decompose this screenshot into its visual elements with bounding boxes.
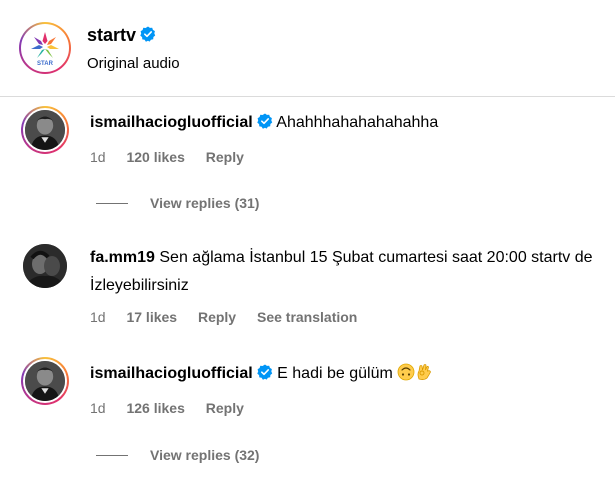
account-name[interactable]: startv <box>87 25 156 46</box>
comment-time[interactable]: 1d <box>90 149 106 165</box>
view-replies-button[interactable]: View replies (32) <box>96 447 259 463</box>
user-photo-icon <box>23 244 67 288</box>
upside-down-face-icon <box>397 363 415 381</box>
star-logo-icon: STAR <box>31 32 59 67</box>
replies-divider-line <box>96 454 128 456</box>
comment-text: Sen ağlama İstanbul 15 Şubat cumartesi s… <box>90 249 593 294</box>
comment-text: E hadi be gülüm <box>277 365 393 382</box>
comment-time[interactable]: 1d <box>90 400 106 416</box>
verified-badge-icon <box>257 113 272 129</box>
comment-username[interactable]: fa.mm19 <box>90 249 155 266</box>
ok-hand-icon <box>417 363 432 380</box>
audio-label[interactable]: Original audio <box>87 55 180 72</box>
comment-body: fa.mm19 Sen ağlama İstanbul 15 Şubat cum… <box>90 244 597 300</box>
reply-button[interactable]: Reply <box>206 149 244 165</box>
verified-badge-icon <box>140 26 156 42</box>
likes-count[interactable]: 126 likes <box>126 400 184 416</box>
view-replies-label: View replies (31) <box>150 195 260 211</box>
view-replies-label: View replies (32) <box>150 447 260 463</box>
comment-meta: 1d 17 likes Reply See translation <box>90 309 374 325</box>
see-translation-button[interactable]: See translation <box>257 309 357 325</box>
svg-text:STAR: STAR <box>37 61 54 67</box>
reply-button[interactable]: Reply <box>206 400 244 416</box>
likes-count[interactable]: 17 likes <box>126 309 177 325</box>
user-photo-icon <box>25 361 65 401</box>
avatar[interactable] <box>21 106 69 154</box>
view-replies-button[interactable]: View replies (31) <box>96 195 259 211</box>
avatar[interactable] <box>23 244 67 288</box>
comment-meta: 1d 126 likes Reply <box>90 400 261 416</box>
user-photo-icon <box>25 110 65 150</box>
post-header: STAR startv Original audio <box>0 0 615 97</box>
startv-avatar[interactable]: STAR <box>19 22 71 74</box>
comment-meta: 1d 120 likes Reply <box>90 149 261 165</box>
comment-text: Ahahhhahahahahahha <box>276 114 439 131</box>
likes-count[interactable]: 120 likes <box>126 149 184 165</box>
avatar[interactable] <box>21 357 69 405</box>
comment-body: ismailhaciogluofficial Ahahhhahahahahahh… <box>90 109 597 137</box>
reply-button[interactable]: Reply <box>198 309 236 325</box>
comment-time[interactable]: 1d <box>90 309 106 325</box>
comment-username[interactable]: ismailhaciogluofficial <box>90 365 253 382</box>
replies-divider-line <box>96 202 128 204</box>
comment-body: ismailhaciogluofficial E hadi be gülüm <box>90 360 597 388</box>
comment-username[interactable]: ismailhaciogluofficial <box>90 114 253 131</box>
verified-badge-icon <box>257 364 272 380</box>
